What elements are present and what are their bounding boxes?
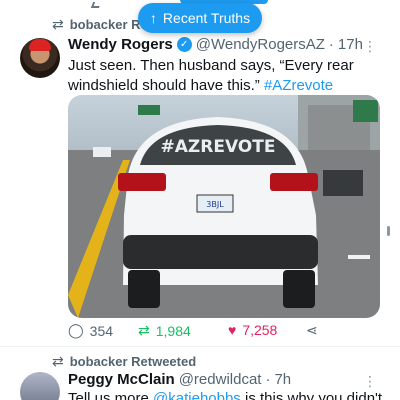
author-handle[interactable]: @WendyRogersAZ — [196, 36, 325, 53]
author-name[interactable]: Peggy McClain — [68, 371, 175, 388]
new-posts-button[interactable]: ↑ Recent Truths — [138, 3, 262, 33]
more-options-icon[interactable]: ⋮ — [363, 373, 378, 390]
retweet-icon: ⇄ — [52, 16, 64, 32]
license-plate: 3BJL — [206, 200, 224, 209]
retweeted-by-label: bobacker Re — [69, 17, 148, 32]
retweet-icon: ⇄ — [52, 353, 64, 369]
like-button[interactable]: ♥ 7,258 — [228, 322, 277, 338]
mention-link[interactable]: @katiehobbs — [153, 390, 241, 400]
reply-button[interactable]: ◯ 354 — [68, 322, 113, 339]
reply-count: 354 — [89, 322, 114, 339]
windshield-text: #AZREVOTE — [161, 137, 276, 157]
divider — [0, 346, 400, 347]
verified-badge-icon: ✓ — [176, 37, 192, 52]
like-icon: ♥ — [228, 322, 237, 338]
partial-icon — [90, 2, 102, 8]
tweet-text: Just seen. Then husband says, “Every rea… — [68, 57, 354, 94]
new-posts-label: Recent Truths — [162, 10, 251, 26]
car-photo: #AZREVOTE 3BJL — [68, 95, 380, 318]
separator: · — [328, 36, 334, 53]
hashtag-link[interactable]: #AZrevote — [264, 77, 333, 94]
retweet-icon: ⇄ — [138, 322, 150, 338]
tweet-header: Wendy Rogers ✓ @WendyRogersAZ · 17h — [68, 36, 363, 53]
reply-icon: ◯ — [68, 322, 84, 338]
timestamp[interactable]: 7h — [274, 371, 291, 388]
retweet-context[interactable]: ⇄ bobacker Retweeted — [52, 353, 196, 370]
tweet-header: Peggy McClain @redwildcat · 7h — [68, 371, 291, 388]
tweet-actions: ◯ 354 ⇄ 1,984 ♥ 7,258 ⋖ — [68, 322, 384, 342]
retweet-button[interactable]: ⇄ 1,984 — [138, 322, 191, 339]
author-name[interactable]: Wendy Rogers — [68, 36, 173, 53]
share-button[interactable]: ⋖ — [306, 322, 318, 339]
avatar[interactable] — [20, 372, 60, 400]
retweet-context[interactable]: ⇄ bobacker Re — [52, 16, 148, 33]
share-icon: ⋖ — [306, 322, 318, 338]
like-count: 7,258 — [242, 322, 278, 338]
more-options-icon[interactable]: ⋮ — [363, 38, 378, 55]
retweeted-by-label: bobacker Retweeted — [69, 354, 197, 369]
retweet-count: 1,984 — [155, 322, 191, 339]
tweet-photo[interactable]: #AZREVOTE 3BJL — [68, 95, 380, 318]
scrollbar-thumb[interactable] — [387, 226, 390, 236]
tweet-text: Tell us more @katiehobbs is this why you… — [68, 390, 398, 400]
timestamp[interactable]: 17h — [338, 36, 363, 53]
arrow-up-icon: ↑ — [149, 10, 157, 26]
separator: · — [265, 371, 271, 388]
author-handle[interactable]: @redwildcat — [179, 371, 262, 388]
avatar[interactable] — [20, 38, 60, 78]
